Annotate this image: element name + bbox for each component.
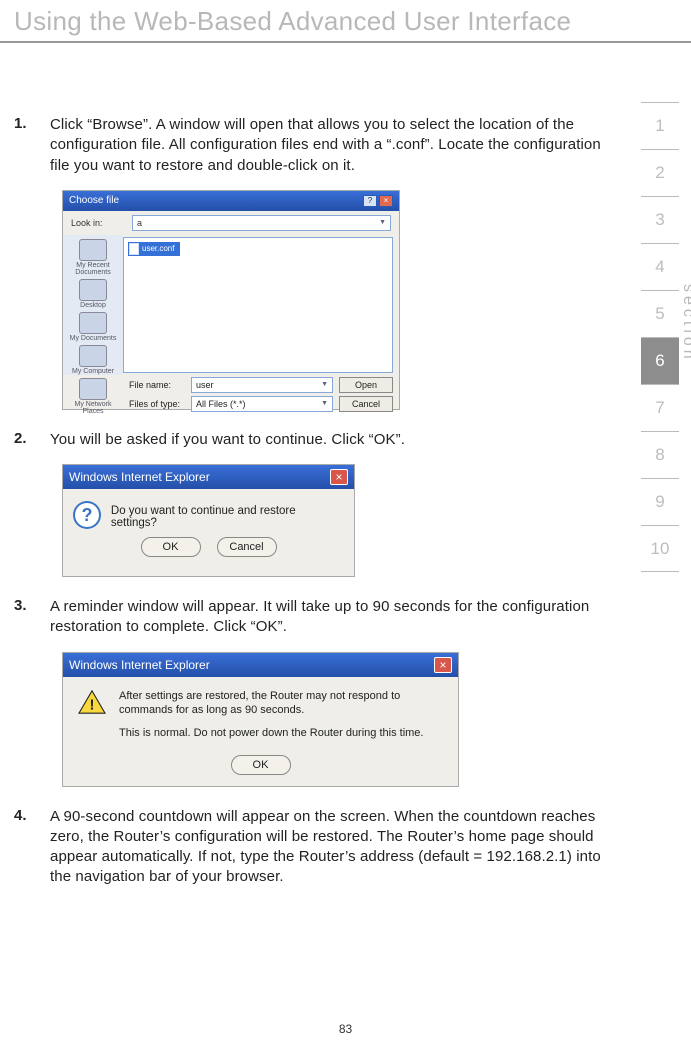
- cancel-button[interactable]: Cancel: [339, 396, 393, 412]
- step-number: 2.: [14, 430, 50, 450]
- dialog-message-line1: After settings are restored, the Router …: [119, 689, 444, 719]
- screenshot-confirm: Windows Internet Explorer × ? Do you wan…: [62, 464, 355, 577]
- section-tab-9[interactable]: 9: [641, 478, 679, 525]
- place-network[interactable]: My Network Places: [65, 378, 121, 415]
- dialog-title: Windows Internet Explorer: [69, 658, 210, 672]
- section-tab-6[interactable]: 6: [641, 337, 679, 384]
- lookin-value: a: [137, 218, 142, 228]
- chevron-down-icon: ▼: [321, 400, 328, 407]
- step-number: 3.: [14, 597, 50, 638]
- place-desktop[interactable]: Desktop: [65, 279, 121, 309]
- question-icon: ?: [73, 501, 101, 529]
- filename-field[interactable]: user▼: [191, 377, 333, 393]
- step-3: 3. A reminder window will appear. It wil…: [14, 597, 619, 638]
- section-tab-2[interactable]: 2: [641, 149, 679, 196]
- step-text: A reminder window will appear. It will t…: [50, 597, 619, 638]
- dialog-message: Do you want to continue and restore sett…: [111, 501, 344, 529]
- step-text: A 90-second countdown will appear on the…: [50, 807, 619, 888]
- chevron-down-icon: ▼: [379, 219, 386, 226]
- page-number: 83: [0, 1022, 691, 1036]
- file-name: user.conf: [142, 244, 174, 253]
- dialog-title: Choose file: [69, 195, 119, 206]
- close-icon[interactable]: ×: [330, 469, 348, 485]
- step-1: 1. Click “Browse”. A window will open th…: [14, 115, 619, 176]
- section-tab-8[interactable]: 8: [641, 431, 679, 478]
- dialog-title: Windows Internet Explorer: [69, 470, 210, 484]
- dialog-titlebar: Windows Internet Explorer ×: [63, 653, 458, 677]
- lookin-combo[interactable]: a ▼: [132, 215, 391, 231]
- place-recent[interactable]: My Recent Documents: [65, 239, 121, 276]
- file-icon: [129, 243, 139, 255]
- step-text: Click “Browse”. A window will open that …: [50, 115, 619, 176]
- screenshot-file-chooser: Choose file ? × Look in: a ▼ My Recent D…: [62, 190, 400, 410]
- section-tab-10[interactable]: 10: [641, 525, 679, 572]
- file-item-selected[interactable]: user.conf: [128, 242, 180, 256]
- file-list[interactable]: user.conf: [123, 237, 393, 373]
- warning-icon: !: [77, 689, 107, 715]
- step-number: 4.: [14, 807, 50, 888]
- filename-label: File name:: [129, 380, 185, 390]
- filetype-label: Files of type:: [129, 399, 185, 409]
- open-button[interactable]: Open: [339, 377, 393, 393]
- close-icon[interactable]: ×: [434, 657, 452, 673]
- places-bar: My Recent Documents Desktop My Documents…: [63, 235, 123, 375]
- ok-button[interactable]: OK: [231, 755, 291, 775]
- section-tabs: 1 2 3 4 5 6 7 8 9 10: [641, 102, 679, 572]
- page-title: Using the Web-Based Advanced User Interf…: [0, 0, 691, 43]
- dialog-titlebar: Windows Internet Explorer ×: [63, 465, 354, 489]
- section-tab-4[interactable]: 4: [641, 243, 679, 290]
- dialog-message-line2: This is normal. Do not power down the Ro…: [119, 726, 444, 741]
- place-mydocs[interactable]: My Documents: [65, 312, 121, 342]
- close-icon[interactable]: ×: [379, 195, 393, 207]
- section-tab-3[interactable]: 3: [641, 196, 679, 243]
- ok-button[interactable]: OK: [141, 537, 201, 557]
- dialog-titlebar: Choose file ? ×: [63, 191, 399, 211]
- section-tab-5[interactable]: 5: [641, 290, 679, 337]
- section-label: section: [679, 284, 691, 363]
- place-mycomputer[interactable]: My Computer: [65, 345, 121, 375]
- screenshot-reminder: Windows Internet Explorer × ! After sett…: [62, 652, 459, 787]
- section-tab-1[interactable]: 1: [641, 102, 679, 149]
- step-text: You will be asked if you want to continu…: [50, 430, 619, 450]
- help-icon[interactable]: ?: [363, 195, 377, 207]
- cancel-button[interactable]: Cancel: [217, 537, 277, 557]
- step-number: 1.: [14, 115, 50, 176]
- step-4: 4. A 90-second countdown will appear on …: [14, 807, 619, 888]
- lookin-label: Look in:: [71, 218, 126, 228]
- filetype-field[interactable]: All Files (*.*)▼: [191, 396, 333, 412]
- step-2: 2. You will be asked if you want to cont…: [14, 430, 619, 450]
- chevron-down-icon: ▼: [321, 381, 328, 388]
- svg-text:!: !: [90, 697, 95, 713]
- section-tab-7[interactable]: 7: [641, 384, 679, 431]
